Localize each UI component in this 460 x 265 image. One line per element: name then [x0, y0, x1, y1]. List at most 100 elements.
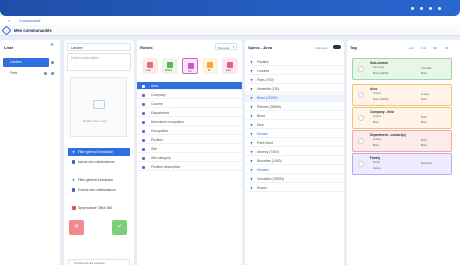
page-title: Mes communautés: [14, 28, 52, 33]
rubric-icon-ir[interactable]: IR: [202, 58, 218, 74]
filter-icon: [250, 96, 253, 100]
rubric-item[interactable]: Department: [137, 109, 242, 117]
rubric-item[interactable]: Site category: [137, 154, 242, 162]
filter-icon: [72, 178, 75, 182]
back-icon[interactable]: «: [8, 18, 10, 23]
country-icon: [142, 103, 145, 106]
spec-item[interactable]: Paris Nord: [245, 139, 344, 147]
spec-item[interactable]: Annecy (7400): [245, 148, 344, 156]
tag-card[interactable]: Sub-control PC (cost) Brest (29200) Gren…: [352, 58, 452, 80]
image-upload[interactable]: Modifier votre image: [70, 77, 127, 137]
rubric-icon-date[interactable]: Date: [222, 58, 238, 74]
specs-list: Position Londres Paris (750) Marseille (…: [245, 58, 344, 193]
sort-za-icon[interactable]: C-A: [421, 46, 426, 50]
spec-item[interactable]: Monad: [245, 130, 344, 138]
filter-icon: [250, 141, 253, 145]
spec-item[interactable]: Rouen: [245, 184, 344, 192]
tag-icon: [358, 66, 364, 72]
tag-header: Tag: [350, 45, 357, 50]
tag-card[interactable]: Company - field France Brest Brest Brest: [352, 107, 452, 129]
sort-az-icon[interactable]: A-C: [409, 46, 414, 50]
image-icon: [93, 100, 105, 109]
spec-item[interactable]: Monaco: [245, 166, 344, 174]
rubric-item[interactable]: Position: [137, 136, 242, 144]
delete-icon[interactable]: [51, 72, 54, 75]
edit-icon[interactable]: [51, 61, 54, 64]
list-item-label: Londres: [10, 60, 22, 64]
ir-icon: [207, 62, 213, 68]
filter-include-button[interactable]: Filtre général d'exclusion: [68, 148, 130, 156]
spec-item[interactable]: Paris (750): [245, 76, 344, 84]
rubric-item-area[interactable]: Area: [137, 82, 242, 90]
rubric-item[interactable]: Company: [137, 91, 242, 99]
rubric-item[interactable]: Country: [137, 100, 242, 108]
site-icon: [142, 148, 145, 151]
site-icon: [142, 157, 145, 160]
spec-item[interactable]: Marseille (130): [245, 85, 344, 93]
spec-item[interactable]: Position: [245, 58, 344, 66]
filter-icon: [250, 168, 253, 172]
tag-icon: [358, 138, 364, 144]
cancel-button[interactable]: ✕: [69, 220, 84, 235]
spec-item[interactable]: Brest (29200): [245, 94, 344, 102]
filter-icon: [250, 78, 253, 82]
tag-card[interactable]: Area France Brest (29200) France Brest: [352, 84, 452, 106]
settings-icon[interactable]: [420, 7, 423, 10]
spec-item[interactable]: Londres: [245, 67, 344, 75]
filter-icon: [72, 150, 75, 154]
rubric-icon-mobile[interactable]: Mobile: [162, 58, 178, 74]
save-button[interactable]: ✓: [112, 220, 127, 235]
mobile-icon: [167, 62, 173, 68]
tag-card[interactable]: Department - contact(s) France Brest Bre…: [352, 130, 452, 152]
list-item[interactable]: Paris: [3, 69, 49, 78]
office-icon: [72, 206, 76, 210]
spec-item[interactable]: Rennes (35000): [245, 103, 344, 111]
spec-item[interactable]: Nice: [245, 121, 344, 129]
exclude-collaborators[interactable]: Exclure des collaborateurs: [68, 186, 130, 194]
help-icon[interactable]: [429, 7, 432, 10]
info-icon[interactable]: IR: [445, 46, 448, 50]
tag-card[interactable]: Family Fiscal Ancien Mercedes: [352, 153, 452, 175]
rubric-item[interactable]: Occupation: [137, 127, 242, 135]
filter-icon: [250, 150, 253, 154]
position-icon: [142, 139, 145, 142]
spec-item[interactable]: Versailles (78000): [245, 175, 344, 183]
spec-item[interactable]: Bruxelles (1000): [245, 157, 344, 165]
tag-icon: [358, 92, 364, 98]
filter-icon[interactable]: Sfil: [433, 46, 437, 50]
notification-icon[interactable]: [411, 7, 414, 10]
chevron-down-icon: ▾: [233, 45, 235, 49]
filter-icon: [250, 87, 253, 91]
rubric-panel: Rubric Personal ▾ User Mobile Job IR Dat…: [137, 40, 242, 265]
add-community-button[interactable]: +: [50, 42, 54, 49]
rubric-item[interactable]: Normative occupation: [137, 118, 242, 126]
include-toggle[interactable]: [333, 45, 341, 49]
rubric-icon-job[interactable]: Job: [182, 58, 198, 74]
include-collaborators[interactable]: Inclure des collaborateurs: [68, 158, 130, 166]
filter-exclude-button[interactable]: Filtre général d'exclusion: [68, 176, 130, 184]
tag-icon: [358, 161, 364, 167]
close-icon: ✕: [74, 224, 80, 230]
edit-icon[interactable]: [44, 72, 47, 75]
specs-panel: Specs - Area Inclu open Position Londres…: [245, 40, 344, 265]
rubric-icon-user[interactable]: User: [142, 58, 158, 74]
rubric-item[interactable]: Site: [137, 145, 242, 153]
breadcrumb-current[interactable]: Communauté: [19, 19, 41, 23]
rubric-item[interactable]: Position description: [137, 163, 242, 171]
rubric-select[interactable]: Personal ▾: [215, 43, 237, 50]
filter-icon: [250, 123, 253, 127]
community-details-panel: Londres Entrer a description Modifier vo…: [64, 40, 134, 265]
sync-office-toggle[interactable]: Synchroniser Office 365: [68, 204, 130, 212]
user-icon: [72, 160, 75, 164]
filter-icon: [250, 186, 253, 190]
spec-item[interactable]: Brest: [245, 112, 344, 120]
name-field[interactable]: Londres: [67, 43, 131, 51]
sync-members-button[interactable]: Synchroniser les membres: [68, 259, 130, 265]
community-icon: [1, 25, 12, 36]
list-item[interactable]: Londres: [3, 58, 49, 67]
user-icon[interactable]: [438, 7, 441, 10]
user-icon: [72, 188, 75, 192]
filter-icon: [250, 69, 253, 73]
description-field[interactable]: Entrer a description: [67, 53, 131, 71]
community-list-panel: Liste + Londres Paris: [0, 40, 60, 265]
